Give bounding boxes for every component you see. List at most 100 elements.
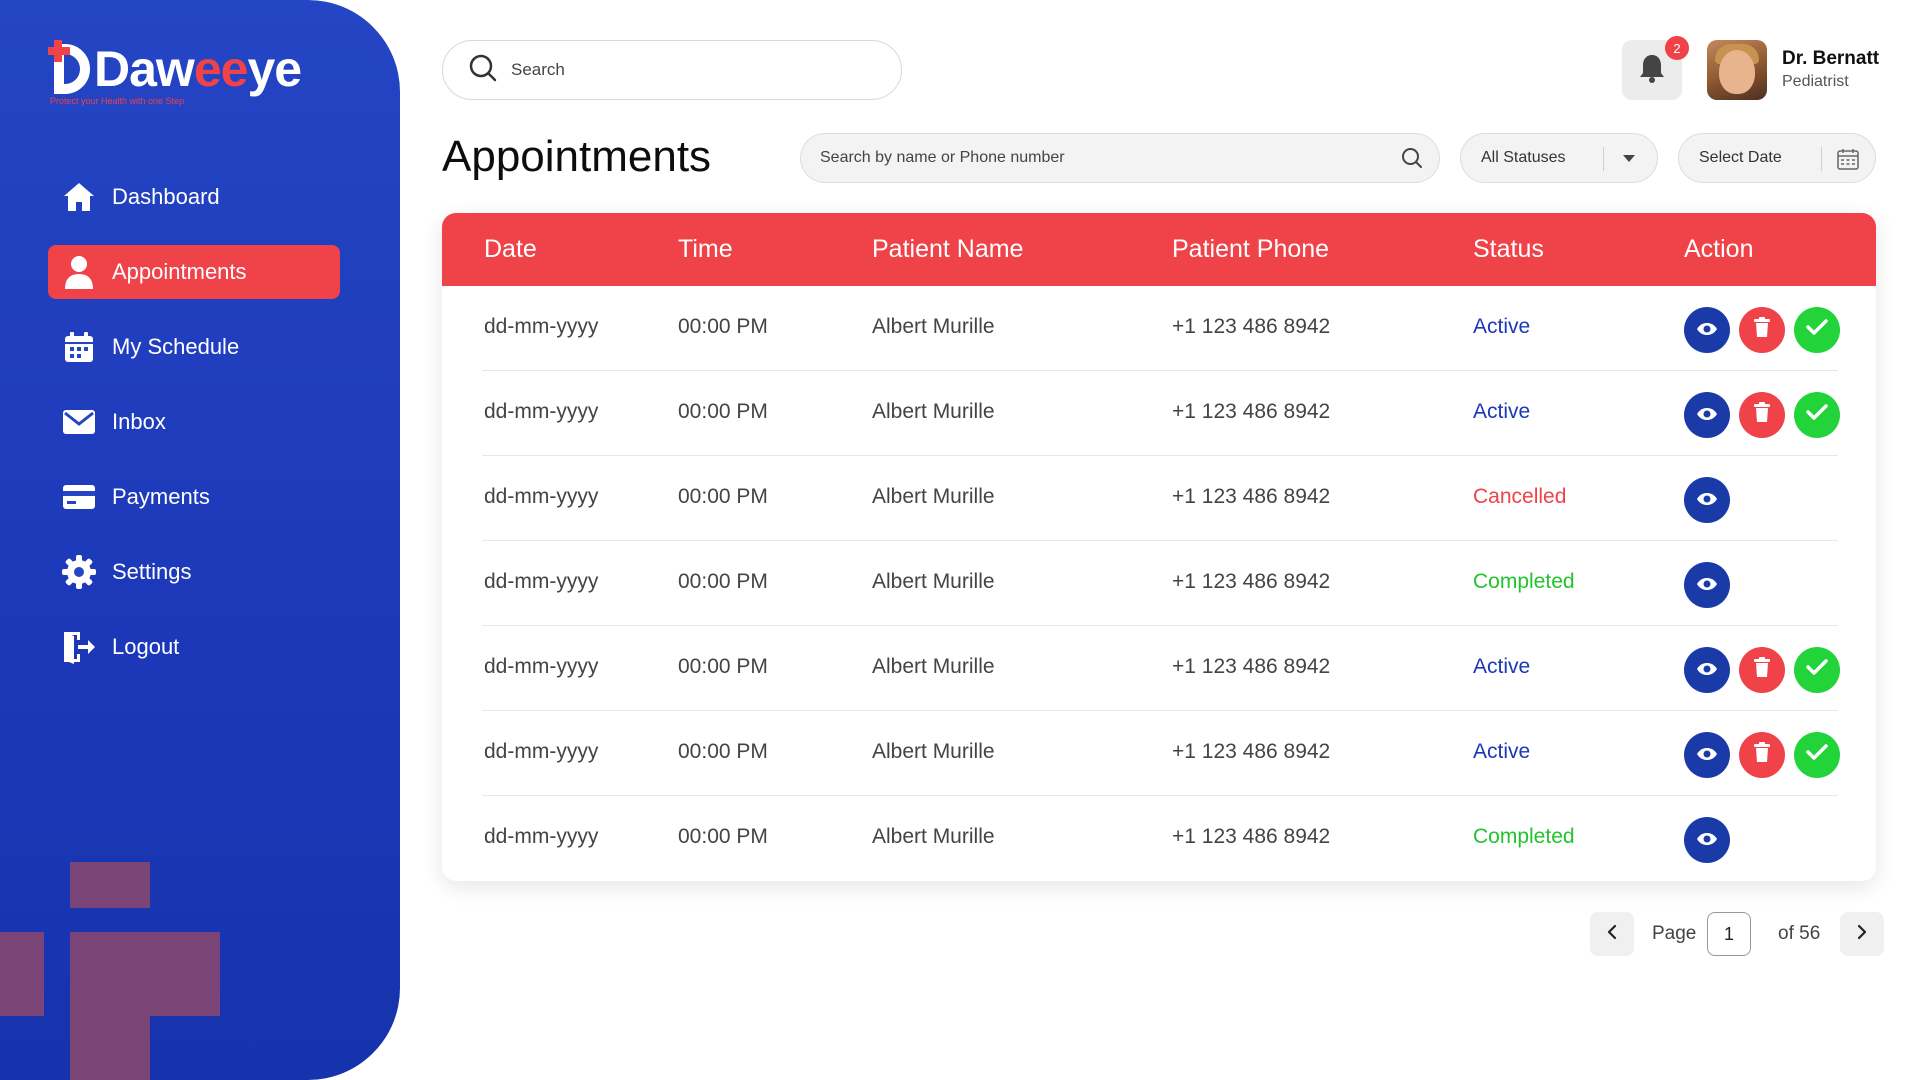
sidebar-item-dashboard[interactable]: Dashboard <box>48 170 340 224</box>
sidebar-item-appointments[interactable]: Appointments <box>48 245 340 299</box>
decorative-block <box>70 862 150 908</box>
page-number-input[interactable] <box>1707 912 1751 956</box>
sidebar-item-inbox[interactable]: Inbox <box>48 395 340 449</box>
trash-icon <box>1754 402 1770 428</box>
delete-button[interactable] <box>1739 647 1785 693</box>
column-header-patient-phone: Patient Phone <box>1172 235 1330 263</box>
eye-icon <box>1696 318 1718 342</box>
eye-icon <box>1696 743 1718 767</box>
chevron-right-icon <box>1856 924 1868 945</box>
table-row: dd-mm-yyyy 00:00 PM Albert Murille +1 12… <box>482 796 1838 881</box>
cell-patient-phone: +1 123 486 8942 <box>1172 825 1331 848</box>
avatar[interactable] <box>1707 40 1767 100</box>
check-icon <box>1806 403 1828 427</box>
date-filter-picker[interactable]: Select Date <box>1678 133 1876 183</box>
cell-time: 00:00 PM <box>678 740 768 763</box>
sidebar-item-label: Payments <box>112 484 210 509</box>
cell-status: Completed <box>1473 570 1575 593</box>
global-search-input[interactable] <box>511 60 871 80</box>
global-search[interactable] <box>442 40 902 100</box>
sidebar-nav: Dashboard Appointments My Schedule Inbox… <box>48 170 340 695</box>
approve-button[interactable] <box>1794 307 1840 353</box>
view-button[interactable] <box>1684 732 1730 778</box>
sidebar-item-logout[interactable]: Logout <box>48 620 340 674</box>
appointment-search[interactable] <box>800 133 1440 183</box>
brand-tagline: Protect your Health with one Step <box>50 96 185 106</box>
cell-patient-phone: +1 123 486 8942 <box>1172 655 1331 678</box>
brand-logo[interactable]: Daweeye Protect your Health with one Ste… <box>48 40 302 106</box>
delete-button[interactable] <box>1739 307 1785 353</box>
cell-date: dd-mm-yyyy <box>484 655 599 678</box>
sidebar-item-my-schedule[interactable]: My Schedule <box>48 320 340 374</box>
page-title: Appointments <box>442 132 712 181</box>
view-button[interactable] <box>1684 647 1730 693</box>
cell-patient-name: Albert Murille <box>872 570 995 593</box>
view-button[interactable] <box>1684 307 1730 353</box>
card-icon <box>62 480 96 514</box>
cell-date: dd-mm-yyyy <box>484 570 599 593</box>
cell-patient-phone: +1 123 486 8942 <box>1172 400 1331 423</box>
notification-count-badge: 2 <box>1665 36 1689 60</box>
cell-time: 00:00 PM <box>678 825 768 848</box>
divider <box>1821 147 1822 171</box>
view-button[interactable] <box>1684 817 1730 863</box>
delete-button[interactable] <box>1739 732 1785 778</box>
view-button[interactable] <box>1684 562 1730 608</box>
table-row: dd-mm-yyyy 00:00 PM Albert Murille +1 12… <box>482 541 1838 626</box>
brand-name: Daweeye <box>94 41 302 97</box>
cell-date: dd-mm-yyyy <box>484 485 599 508</box>
trash-icon <box>1754 742 1770 768</box>
status-filter-select[interactable]: All Statuses <box>1460 133 1658 183</box>
user-name[interactable]: Dr. Bernatt <box>1782 48 1879 70</box>
sidebar-item-settings[interactable]: Settings <box>48 545 340 599</box>
calendar-icon <box>62 330 96 364</box>
cell-patient-name: Albert Murille <box>872 825 995 848</box>
home-icon <box>62 180 96 214</box>
appointment-search-input[interactable] <box>820 149 1380 167</box>
delete-button[interactable] <box>1739 392 1785 438</box>
sidebar-item-label: Settings <box>112 559 192 584</box>
decorative-block <box>70 932 220 1016</box>
table-header: Date Time Patient Name Patient Phone Sta… <box>442 213 1876 286</box>
table-row: dd-mm-yyyy 00:00 PM Albert Murille +1 12… <box>482 456 1838 541</box>
approve-button[interactable] <box>1794 392 1840 438</box>
page-label: Page <box>1652 923 1697 944</box>
cell-date: dd-mm-yyyy <box>484 400 599 423</box>
cell-time: 00:00 PM <box>678 485 768 508</box>
cell-patient-phone: +1 123 486 8942 <box>1172 485 1331 508</box>
sidebar-item-label: Logout <box>112 634 180 659</box>
view-button[interactable] <box>1684 392 1730 438</box>
chevron-down-icon <box>1623 155 1635 162</box>
logout-icon <box>62 630 96 664</box>
cell-status: Cancelled <box>1473 485 1567 508</box>
cell-time: 00:00 PM <box>678 655 768 678</box>
total-pages-label: of 56 <box>1778 923 1821 944</box>
cell-status: Completed <box>1473 825 1575 848</box>
cell-patient-phone: +1 123 486 8942 <box>1172 570 1331 593</box>
prev-page-button[interactable] <box>1590 912 1634 956</box>
approve-button[interactable] <box>1794 732 1840 778</box>
mail-icon <box>62 405 96 439</box>
divider <box>1603 147 1604 171</box>
column-header-status: Status <box>1473 235 1544 263</box>
table-row: dd-mm-yyyy 00:00 PM Albert Murille +1 12… <box>482 286 1840 371</box>
view-button[interactable] <box>1684 477 1730 523</box>
eye-icon <box>1696 573 1718 597</box>
next-page-button[interactable] <box>1840 912 1884 956</box>
cell-date: dd-mm-yyyy <box>484 740 599 763</box>
column-header-time: Time <box>678 235 733 263</box>
eye-icon <box>1696 828 1718 852</box>
eye-icon <box>1696 488 1718 512</box>
decorative-block <box>70 1016 150 1080</box>
cell-patient-name: Albert Murille <box>872 315 995 338</box>
sidebar-item-payments[interactable]: Payments <box>48 470 340 524</box>
logo-mark-icon <box>48 40 92 94</box>
cell-patient-phone: +1 123 486 8942 <box>1172 315 1331 338</box>
gear-icon <box>62 555 96 589</box>
approve-button[interactable] <box>1794 647 1840 693</box>
table-row: dd-mm-yyyy 00:00 PM Albert Murille +1 12… <box>482 711 1840 796</box>
cell-patient-name: Albert Murille <box>872 740 995 763</box>
search-icon[interactable] <box>1401 147 1423 174</box>
bell-icon <box>1638 53 1666 88</box>
cell-status: Active <box>1473 740 1531 763</box>
